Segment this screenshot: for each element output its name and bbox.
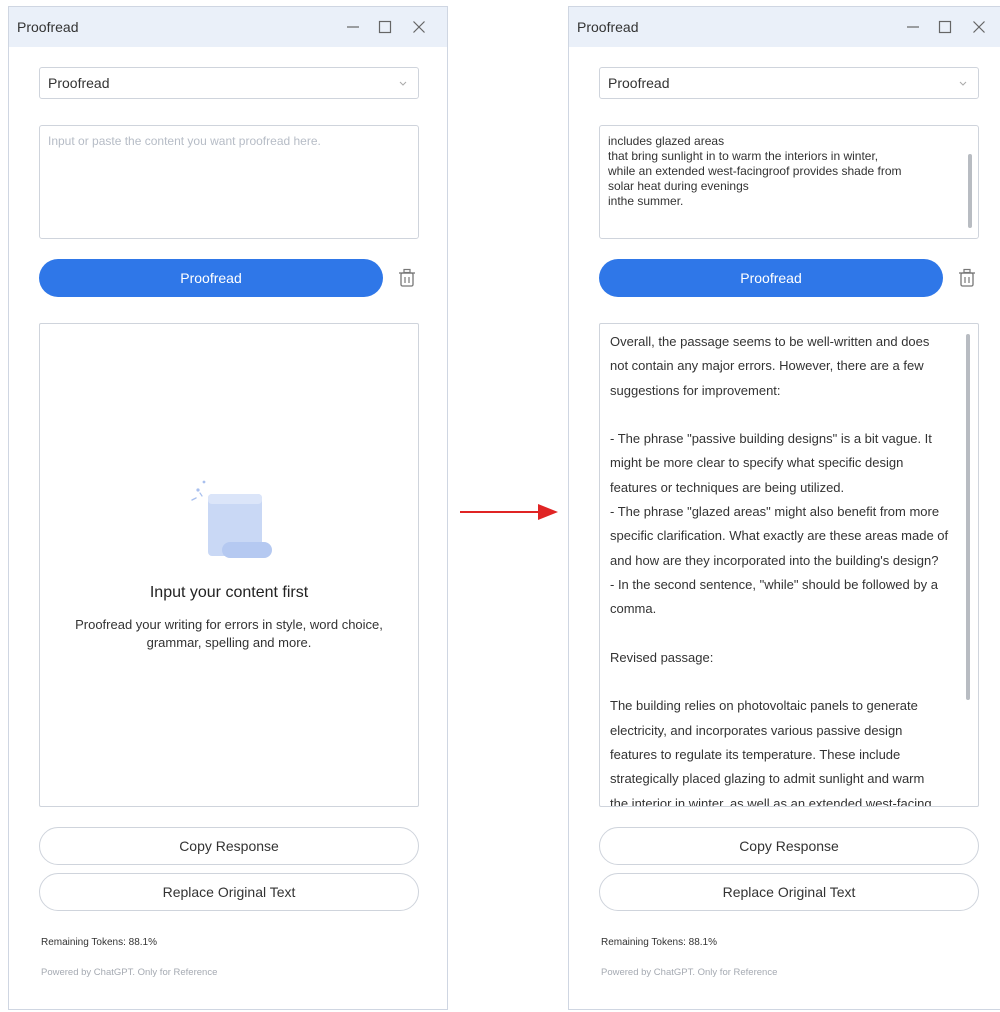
window-title: Proofread <box>577 19 639 35</box>
trash-icon[interactable] <box>398 268 416 288</box>
mode-select[interactable]: Proofread <box>39 67 419 99</box>
maximize-icon[interactable] <box>929 7 961 47</box>
empty-state-description: Proofread your writing for errors in sty… <box>75 617 383 650</box>
window-title: Proofread <box>17 19 79 35</box>
input-line: solar heat during evenings <box>608 179 749 193</box>
remaining-tokens: Remaining Tokens: 88.1% <box>601 937 717 948</box>
response-line: electricity, and incorporates various pa… <box>610 722 903 738</box>
maximize-icon[interactable] <box>369 7 401 47</box>
powered-by-note: Powered by ChatGPT. Only for Reference <box>601 967 778 978</box>
response-line: features to regulate its temperature. Th… <box>610 747 901 763</box>
powered-by-note: Powered by ChatGPT. Only for Reference <box>41 967 218 978</box>
response-line: suggestions for improvement: <box>610 382 781 398</box>
response-line: specific clarification. What exactly are… <box>610 528 949 544</box>
mode-select-value: Proofread <box>608 75 670 91</box>
proofread-button[interactable]: Proofread <box>39 259 383 297</box>
mode-select-value: Proofread <box>48 75 110 91</box>
response-line: might be more clear to specify what spec… <box>610 455 904 471</box>
response-line: strategically placed glazing to admit su… <box>610 771 925 787</box>
empty-state-title: Input your content first <box>149 584 309 601</box>
content-input[interactable]: includes glazed areas that bring sunligh… <box>599 125 979 239</box>
input-line: while an extended west-facingroof provid… <box>608 164 902 178</box>
proofread-response: Overall, the passage seems to be well-wr… <box>610 330 966 807</box>
replace-original-text-button[interactable]: Replace Original Text <box>39 873 419 911</box>
response-line <box>610 403 966 427</box>
proofread-window-result: Proofread Proofread includes glazed area… <box>568 6 1000 1010</box>
close-icon[interactable] <box>403 7 435 47</box>
input-line: that bring sunlight in to warm the inter… <box>608 149 879 163</box>
response-line: features or techniques are being utilize… <box>610 479 845 495</box>
copy-response-button[interactable]: Copy Response <box>39 827 419 865</box>
response-line: the interior in winter, as well as an ex… <box>610 795 932 807</box>
copy-response-button[interactable]: Copy Response <box>599 827 979 865</box>
response-line: - In the second sentence, "while" should… <box>610 576 938 592</box>
content-input-placeholder: Input or paste the content you want proo… <box>48 134 321 148</box>
response-line: - The phrase "glazed areas" might also b… <box>610 504 940 520</box>
close-icon[interactable] <box>963 7 995 47</box>
result-panel: Overall, the passage seems to be well-wr… <box>599 323 979 807</box>
proofread-window-empty: Proofread Proofread Input or paste the c… <box>8 6 448 1010</box>
chevron-down-icon <box>959 81 967 86</box>
input-line: includes glazed areas <box>608 134 725 148</box>
result-panel-empty: Input your content first Proofread your … <box>39 323 419 807</box>
response-line: Revised passage: <box>610 649 714 665</box>
response-line <box>610 622 966 646</box>
minimize-icon[interactable] <box>337 7 369 47</box>
content-input[interactable]: Input or paste the content you want proo… <box>39 125 419 239</box>
remaining-tokens: Remaining Tokens: 88.1% <box>41 937 157 948</box>
response-line <box>610 670 966 694</box>
chevron-down-icon <box>399 81 407 86</box>
response-line: not contain any major errors. However, t… <box>610 358 924 374</box>
minimize-icon[interactable] <box>897 7 929 47</box>
input-line: inthe summer. <box>608 194 684 208</box>
response-line: The building relies on photovoltaic pane… <box>610 698 918 714</box>
trash-icon[interactable] <box>958 268 976 288</box>
replace-original-text-button[interactable]: Replace Original Text <box>599 873 979 911</box>
transition-arrow <box>460 504 558 520</box>
result-scrollbar[interactable] <box>966 334 970 700</box>
input-scrollbar[interactable] <box>968 154 972 228</box>
comparison-stage: Proofread Proofread Input or paste the c… <box>0 0 1000 1012</box>
response-line: - The phrase "passive building designs" … <box>610 431 932 447</box>
document-icon <box>191 480 272 558</box>
mode-select[interactable]: Proofread <box>599 67 979 99</box>
response-line: and how are they incorporated into the b… <box>610 552 939 568</box>
response-line: comma. <box>610 601 657 617</box>
proofread-button[interactable]: Proofread <box>599 259 943 297</box>
response-line: Overall, the passage seems to be well-wr… <box>610 334 930 349</box>
